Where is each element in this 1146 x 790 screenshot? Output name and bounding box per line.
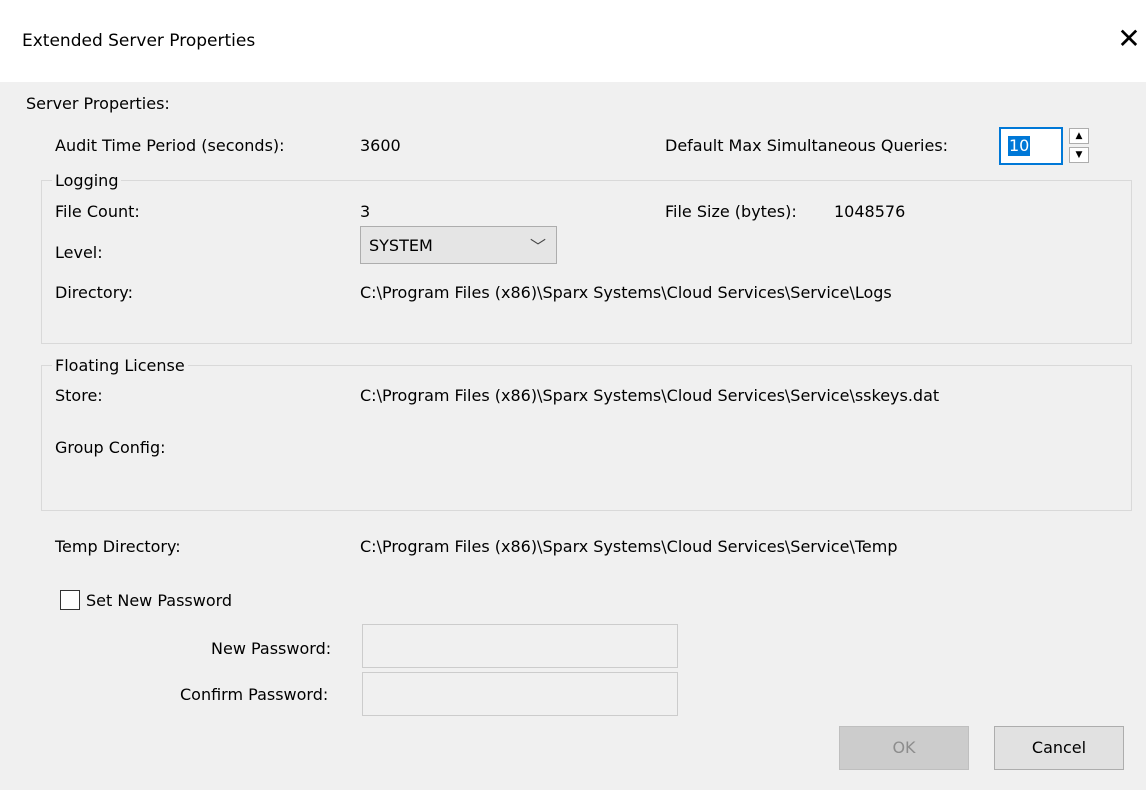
audit-time-value: 3600 [360,136,401,155]
max-queries-input[interactable]: 10 [999,127,1063,165]
close-icon[interactable]: ✕ [1114,24,1144,54]
max-queries-value: 10 [1008,136,1031,156]
file-count-value: 3 [360,202,371,221]
file-size-label: File Size (bytes): [665,202,797,221]
new-password-field[interactable] [362,624,678,668]
confirm-password-field[interactable] [362,672,678,716]
spin-down-icon[interactable]: ▼ [1069,147,1089,163]
ok-button[interactable]: OK [839,726,969,770]
max-queries-label: Default Max Simultaneous Queries: [665,136,949,155]
level-label: Level: [55,243,103,262]
set-new-password-checkbox[interactable] [60,590,80,610]
file-size-value: 1048576 [834,202,906,221]
directory-label: Directory: [55,283,133,302]
temp-directory-value: C:\Program Files (x86)\Sparx Systems\Clo… [360,537,898,556]
file-count-label: File Count: [55,202,140,221]
store-label: Store: [55,386,103,405]
logging-legend: Logging [52,171,122,190]
directory-value: C:\Program Files (x86)\Sparx Systems\Clo… [360,283,892,302]
server-properties-heading: Server Properties: [26,94,170,113]
window-title: Extended Server Properties [22,31,256,51]
audit-time-label: Audit Time Period (seconds): [55,136,285,155]
spin-up-icon[interactable]: ▲ [1069,128,1089,144]
new-password-label: New Password: [211,639,332,658]
level-select[interactable]: SYSTEM ﹀ [360,226,557,264]
level-select-value: SYSTEM [369,236,433,255]
set-new-password-label[interactable]: Set New Password [86,591,232,610]
store-value: C:\Program Files (x86)\Sparx Systems\Clo… [360,386,940,405]
confirm-password-label: Confirm Password: [180,685,329,704]
cancel-button[interactable]: Cancel [994,726,1124,770]
temp-directory-label: Temp Directory: [55,537,181,556]
chevron-down-icon: ﹀ [529,237,546,256]
group-config-label: Group Config: [55,438,166,457]
floating-license-legend: Floating License [52,356,188,375]
logging-group [41,180,1132,344]
